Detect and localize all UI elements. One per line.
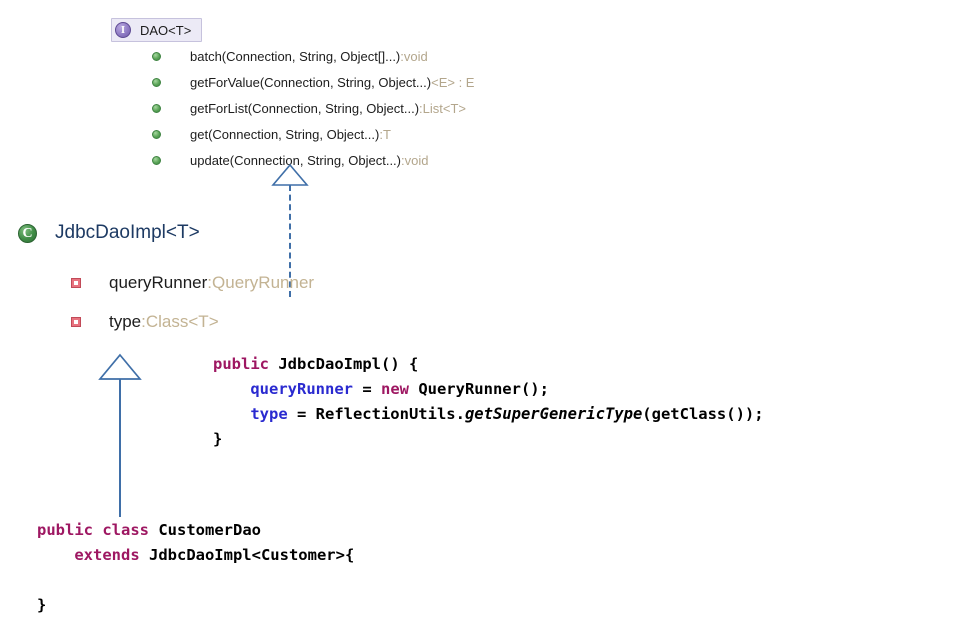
code-token: QueryRunner(); (408, 380, 549, 398)
method-return-type: T (382, 127, 391, 142)
customer-dao-code-block: public class CustomerDao extends JdbcDao… (37, 518, 354, 618)
code-token: CustomerDao (149, 521, 261, 539)
code-token: } (37, 596, 47, 614)
method-return-type: void (403, 49, 428, 64)
code-token: public (213, 355, 269, 373)
method-row[interactable]: batch(Connection, String, Object[]...) :… (152, 49, 428, 64)
field-row[interactable]: type : Class<T> (71, 312, 219, 332)
interface-node-dao[interactable]: I DAO<T> (111, 18, 203, 42)
class-name: JdbcDaoImpl<T> (55, 222, 200, 243)
field-name: queryRunner (109, 273, 208, 292)
constructor-code-block: public JdbcDaoImpl() { queryRunner = new… (213, 352, 764, 452)
code-token: class (102, 521, 150, 539)
code-token: = (352, 380, 381, 398)
code-token: type (250, 405, 288, 423)
generalization-connector-line (119, 379, 121, 517)
code-token: JdbcDaoImpl<Customer>{ (139, 546, 355, 564)
method-row[interactable]: getForValue(Connection, String, Object..… (152, 75, 474, 90)
code-line: } (213, 427, 764, 452)
code-line: public class CustomerDao (37, 518, 354, 543)
uml-code-diagram: I DAO<T> batch(Connection, String, Objec… (0, 0, 969, 633)
interface-name: DAO<T> (140, 22, 192, 38)
public-method-icon (152, 156, 161, 165)
code-token: queryRunner (250, 380, 353, 398)
code-token: } (213, 430, 223, 448)
public-method-icon (152, 130, 161, 139)
code-token: public (37, 521, 93, 539)
field-type: QueryRunner (212, 273, 315, 292)
code-token: (getClass()); (642, 405, 764, 423)
code-token: getSuperGenericType (464, 405, 643, 423)
field-type: Class<T> (145, 312, 219, 331)
private-field-icon (71, 317, 81, 327)
method-return-type: List<T> (422, 101, 467, 116)
method-signature: getForValue(Connection, String, Object..… (190, 75, 432, 90)
method-signature: getForList(Connection, String, Object...… (190, 101, 420, 116)
code-line: queryRunner = new QueryRunner(); (213, 377, 764, 402)
public-method-icon (152, 104, 161, 113)
code-line: extends JdbcDaoImpl<Customer>{ (37, 543, 354, 568)
code-token: new (380, 380, 409, 398)
class-node-jdbcdaoimpl[interactable]: C JdbcDaoImpl<T> (18, 222, 200, 244)
code-line: } (37, 593, 354, 618)
field-row[interactable]: queryRunner : QueryRunner (71, 273, 314, 293)
method-row[interactable]: get(Connection, String, Object...) : T (152, 127, 391, 142)
code-token: = ReflectionUtils. (287, 405, 465, 423)
method-return-type: <E> : E (431, 75, 475, 90)
code-token: extends (74, 546, 140, 564)
method-signature: batch(Connection, String, Object[]...) (190, 49, 401, 64)
method-row[interactable]: getForList(Connection, String, Object...… (152, 101, 466, 116)
public-method-icon (152, 52, 161, 61)
interface-icon: I (115, 22, 131, 38)
code-token: JdbcDaoImpl() { (269, 355, 419, 373)
method-return-type: void (404, 153, 429, 168)
private-field-icon (71, 278, 81, 288)
method-signature: get(Connection, String, Object...) (190, 127, 380, 142)
class-icon: C (18, 223, 37, 243)
code-line: type = ReflectionUtils.getSuperGenericTy… (213, 402, 764, 427)
public-method-icon (152, 78, 161, 87)
field-name: type (109, 312, 142, 331)
code-line: public JdbcDaoImpl() { (213, 352, 764, 377)
